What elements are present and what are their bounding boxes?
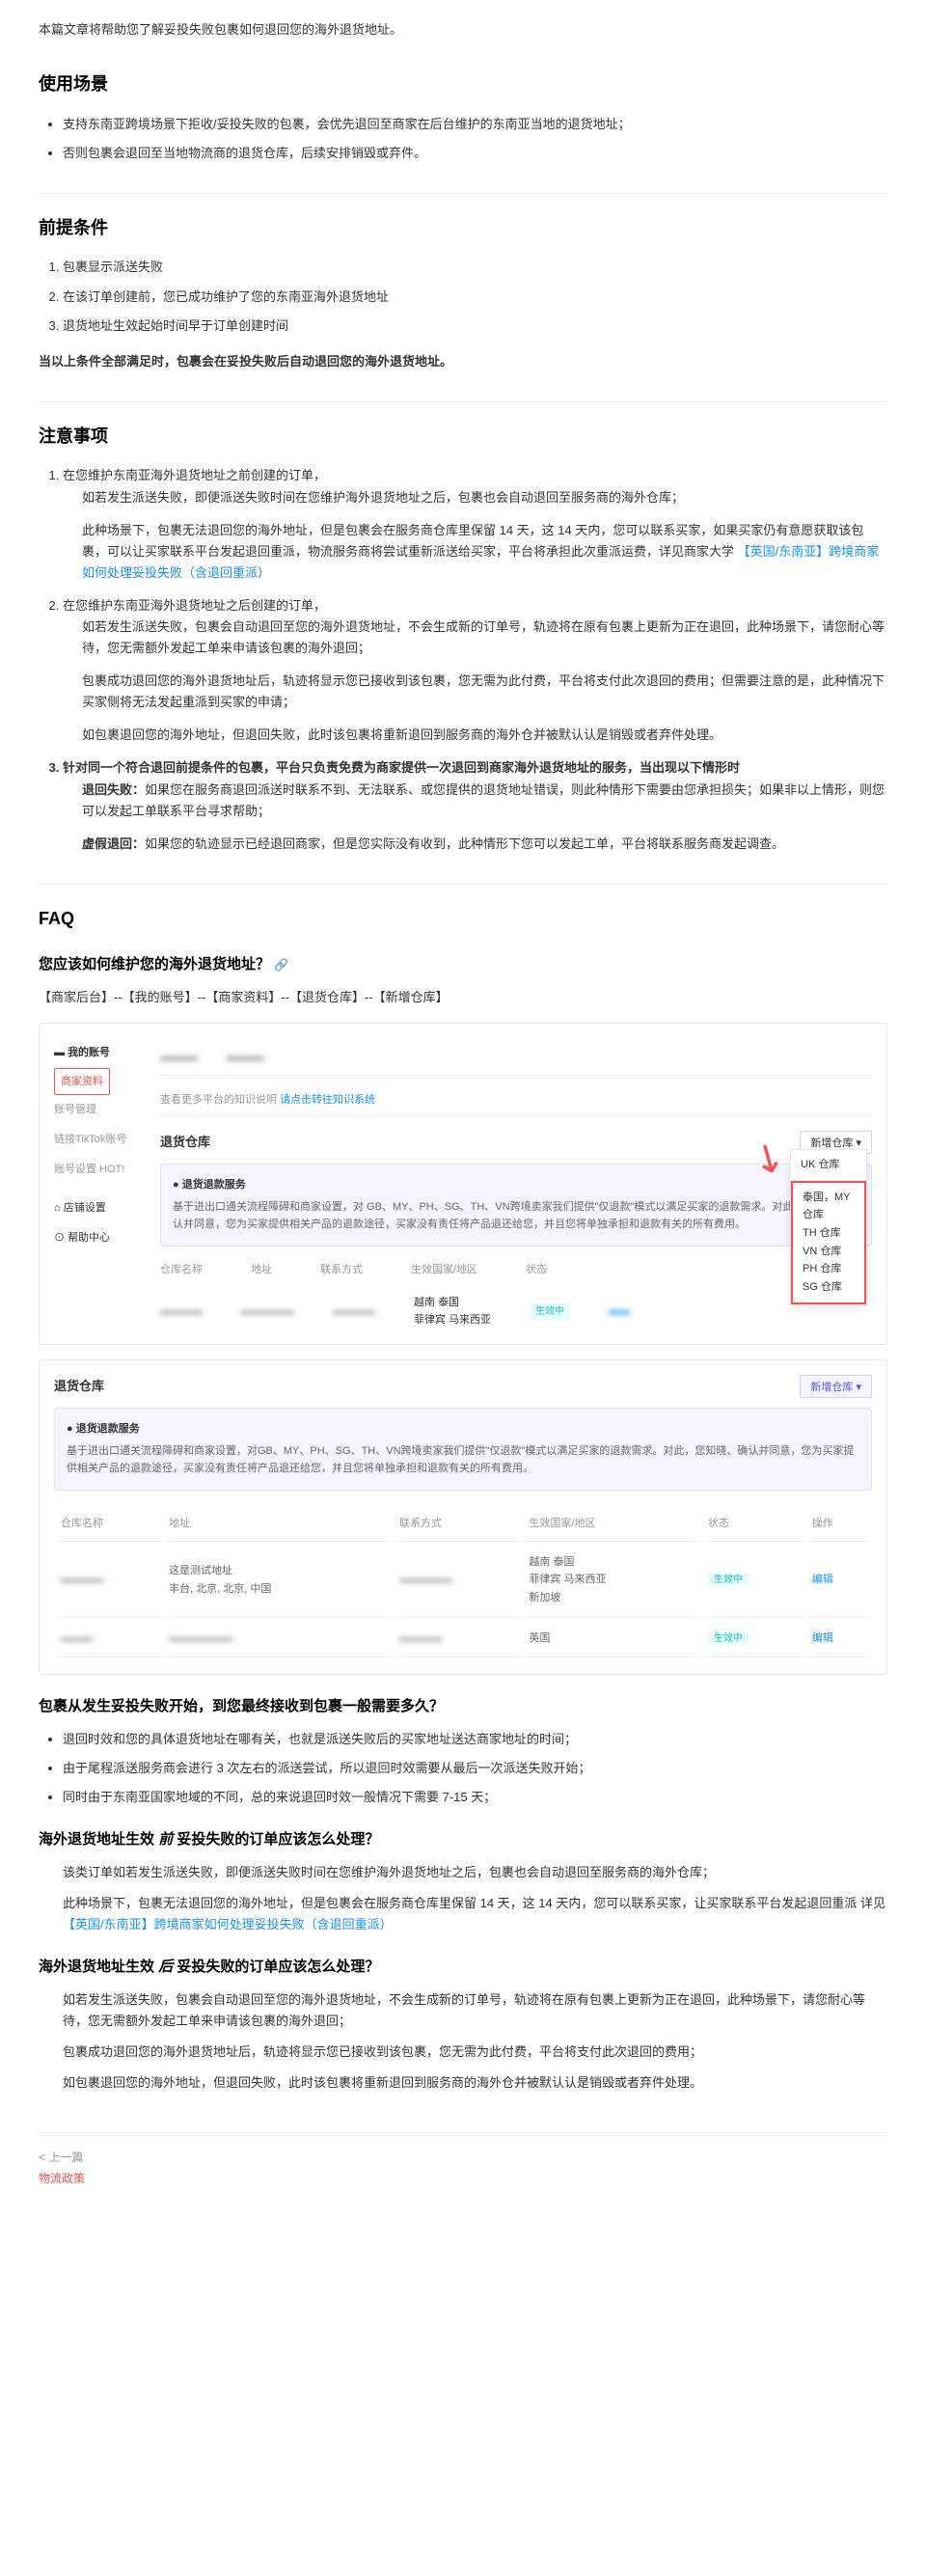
th: 联系方式 — [395, 1507, 522, 1542]
th: 地址 — [164, 1507, 393, 1542]
dropdown-item[interactable]: VN 仓库 — [803, 1243, 855, 1261]
ss-table-header: 仓库名称 地址 联系方式 生效国家/地区 状态 — [160, 1261, 872, 1279]
dropdown-item[interactable]: SG 仓库 — [803, 1278, 855, 1297]
screenshot-2: 退货仓库 新增仓库 ▾ ● 退货退款服务 基于进出口通关流程障碍和商家设置，对G… — [39, 1359, 887, 1676]
section-prereq-title: 前提条件 — [39, 193, 887, 243]
ss2-notice-body: 基于进出口通关流程障碍和商家设置，对GB、MY、PH、SG、TH、VN跨境卖家我… — [67, 1442, 859, 1478]
notes-item-3: 针对同一个符合退回前提条件的包裹，平台只负责免费为商家提供一次退回到商家海外退货… — [63, 757, 887, 854]
list-item: 由于尾程派送服务商会进行 3 次左右的派送尝试，所以退回时效需要从最后一次派送失… — [63, 1758, 887, 1779]
notes-item-1: 在您维护东南亚海外退货地址之前创建的订单， 如若发生派送失败，即便派送失败时间在… — [63, 465, 887, 583]
status-badge: 生效中 — [708, 1574, 749, 1586]
link-icon[interactable]: 🔗 — [274, 958, 288, 972]
prereq-item: 退货地址生效起始时间早于订单创建时间 — [63, 315, 887, 337]
section-usage-title: 使用场景 — [39, 69, 887, 99]
prereq-summary: 当以上条件全部满足时，包裹会在妥投失败后自动退回您的海外退货地址。 — [39, 351, 887, 372]
th: 操作 — [807, 1507, 870, 1542]
dropdown-item[interactable]: TH 仓库 — [803, 1224, 855, 1243]
ss2-notice-title: ● 退货退款服务 — [67, 1420, 859, 1439]
ss-sidebar-item[interactable]: 账号设置 HOT! — [54, 1155, 141, 1185]
ss-tabs: ▬▬▬▬▬▬ — [160, 1038, 872, 1076]
list-item: 同时由于东南亚国家地域的不同，总的来说退回时效一般情况下需要 7-15 天； — [63, 1787, 887, 1808]
notes-item-2: 在您维护东南亚海外退货地址之后创建的订单， 如若发生派送失败，包裹会自动退回至您… — [63, 595, 887, 747]
notes-list: 在您维护东南亚海外退货地址之前创建的订单， 如若发生派送失败，即便派送失败时间在… — [63, 465, 887, 854]
notes-1-p1: 如若发生派送失败，即便派送失败时间在您维护海外退货地址之后，包裹也会自动退回至服… — [82, 487, 887, 508]
prev-label[interactable]: < 上一篇 — [39, 2148, 887, 2167]
screenshot-1: ▬ 我的账号 商家资料 账号管理 链接TikTok账号 账号设置 HOT! ⌂ … — [39, 1023, 887, 1345]
notes-3-fake: 虚假退回：如果您的轨迹显示已经退回商家，但是您实际没有收到，此种情形下您可以发起… — [82, 834, 887, 855]
footer-nav: < 上一篇 物流政策 — [39, 2132, 887, 2189]
ss-sidebar-shop[interactable]: ⌂ 店铺设置 — [54, 1193, 141, 1223]
ss-notice-body: 基于进出口通关流程障碍和商家设置，对 GB、MY、PH、SG、TH、VN跨境卖家… — [173, 1198, 859, 1234]
intro-text: 本篇文章将帮助您了解妥投失败包裹如何退回您的海外退货地址。 — [39, 19, 887, 41]
prereq-item: 在该订单创建前，您已成功维护了您的东南亚海外退货地址 — [63, 287, 887, 308]
list-item: 退回时效和您的具体退货地址在哪有关，也就是派送失败后的买家地址送达商家地址的时间… — [63, 1729, 887, 1750]
th: 仓库名称 — [56, 1507, 162, 1542]
ss2-title: 退货仓库 — [54, 1376, 104, 1397]
notes-1-p2: 此种场景下，包裹无法退回您的海外地址，但是包裹会在服务商仓库里保留 14 天，这… — [82, 520, 887, 584]
ss-search-link[interactable]: 请点击转往知识系统 — [280, 1094, 375, 1106]
status-badge: 生效中 — [530, 1302, 570, 1321]
ss-sidebar-item[interactable]: 账号管理 — [54, 1095, 141, 1125]
faq-q4-p1: 如若发生派送失败，包裹会自动退回至您的海外退货地址，不会生成新的订单号，轨迹将在… — [63, 1989, 887, 2032]
ss-search-hint: 查看更多平台的知识说明 请点击转往知识系统 — [160, 1085, 872, 1116]
prev-title[interactable]: 物流政策 — [39, 2169, 887, 2188]
faq-q4: 海外退货地址生效 后 妥投失败的订单应该怎么处理？ — [39, 1955, 887, 1980]
warehouse-dropdown: UK 仓库 泰国，MY 仓库 TH 仓库 VN 仓库 PH 仓库 SG 仓库 — [790, 1149, 867, 1305]
faq-q2: 包裹从发生妥投失败开始，到您最终接收到包裹一般需要多久？ — [39, 1694, 887, 1719]
faq-q4-p3: 如包裹退回您的海外地址，但退回失败，此时该包裹将重新退回到服务商的海外仓并被默认… — [63, 2072, 887, 2094]
ss-sidebar-active[interactable]: 商家资料 — [54, 1068, 110, 1096]
table-row: ▬▬▬▬ 这是测试地址丰台, 北京, 北京, 中国 ▬▬▬▬▬ 越南 泰国菲律宾… — [56, 1544, 870, 1618]
faq-q1: 您应该如何维护您的海外退货地址？🔗 — [39, 952, 887, 977]
section-notes-title: 注意事项 — [39, 401, 887, 452]
edit-link[interactable]: 编辑 — [812, 1574, 833, 1585]
th: 状态 — [703, 1507, 805, 1542]
ss2-notice: ● 退货退款服务 基于进出口通关流程障碍和商家设置，对GB、MY、PH、SG、T… — [54, 1408, 872, 1491]
ss-section-title: 退货仓库 — [160, 1132, 210, 1153]
usage-item: 否则包裹会退回至当地物流商的退货仓库，后续安排销毁或弃件。 — [63, 143, 887, 164]
usage-list: 支持东南亚跨境场景下拒收/妥投失败的包裹，会优先退回至商家在后台维护的东南亚当地… — [63, 114, 887, 164]
status-badge: 生效中 — [708, 1632, 749, 1645]
section-faq-title: FAQ — [39, 884, 887, 934]
table-row: ▬▬▬ ▬▬▬▬▬▬ ▬▬▬▬ 英国 生效中 编辑 — [56, 1620, 870, 1658]
edit-link[interactable]: 编辑 — [812, 1632, 833, 1644]
ss-sidebar-item[interactable]: 链接TikTok账号 — [54, 1125, 141, 1155]
notes-3-fail: 退回失败：如果您在服务商退回派送时联系不到、无法联系、或您提供的退货地址错误，则… — [82, 780, 887, 822]
faq-q2-list: 退回时效和您的具体退货地址在哪有关，也就是派送失败后的买家地址送达商家地址的时间… — [63, 1729, 887, 1808]
warehouse-table: 仓库名称 地址 联系方式 生效国家/地区 状态 操作 ▬▬▬▬ 这是测试地址丰台… — [54, 1505, 872, 1659]
faq-q3-link[interactable]: 【英国/东南亚】跨境商家如何处理妥投失败（含退回重派） — [63, 1917, 393, 1932]
faq-q1-path: 【商家后台】--【我的账号】--【商家资料】--【退货仓库】--【新增仓库】 — [39, 987, 887, 1008]
prereq-list: 包裹显示派送失败 在该订单创建前，您已成功维护了您的东南亚海外退货地址 退货地址… — [63, 257, 887, 336]
dropdown-item[interactable]: PH 仓库 — [803, 1260, 855, 1278]
dropdown-item[interactable]: 泰国，MY 仓库 — [803, 1189, 855, 1224]
new-warehouse-button[interactable]: 新增仓库 ▾ — [800, 1375, 872, 1398]
faq-q4-p2: 包裹成功退回您的海外退货地址后，轨迹将显示您已接收到该包裹，您无需为此付费，平台… — [63, 2042, 887, 2063]
ss-sidebar-header[interactable]: ▬ 我的账号 — [54, 1038, 141, 1068]
faq-q3-p2: 此种场景下，包裹无法退回您的海外地址，但是包裹会在服务商仓库里保留 14 天，这… — [63, 1893, 887, 1935]
notes-2-p1: 如若发生派送失败，包裹会自动退回至您的海外退货地址，不会生成新的订单号，轨迹将在… — [82, 617, 887, 659]
th: 生效国家/地区 — [524, 1507, 700, 1542]
dropdown-item[interactable]: UK 仓库 — [791, 1150, 866, 1181]
usage-item: 支持东南亚跨境场景下拒收/妥投失败的包裹，会优先退回至商家在后台维护的东南亚当地… — [63, 114, 887, 135]
faq-q3-p1: 该类订单如若发生派送失败，即便派送失败时间在您维护海外退货地址之后，包裹也会自动… — [63, 1862, 887, 1883]
notes-2-p2: 包裹成功退回您的海外退货地址后，轨迹将显示您已接收到该包裹，您无需为此付费，平台… — [82, 671, 887, 713]
ss-sidebar-help[interactable]: ⊙ 帮助中心 — [54, 1223, 141, 1253]
notes-2-p3: 如包裹退回您的海外地址，但退回失败，此时该包裹将重新退回到服务商的海外仓并被默认… — [82, 725, 887, 746]
faq-q3: 海外退货地址生效 前 妥投失败的订单应该怎么处理？ — [39, 1827, 887, 1852]
prereq-item: 包裹显示派送失败 — [63, 257, 887, 278]
